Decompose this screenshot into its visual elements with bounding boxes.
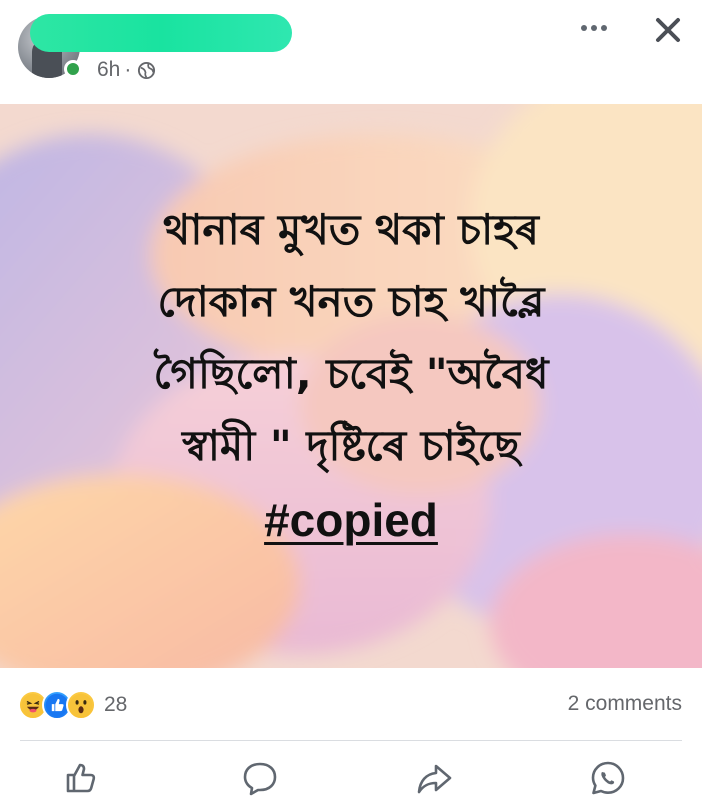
hashtag-link[interactable]: #copied [264,484,438,556]
whatsapp-icon[interactable] [588,758,628,798]
close-icon[interactable] [650,12,686,48]
comment-icon[interactable] [240,758,280,798]
divider [20,740,682,741]
post-text-line: দোকান খনত চাহ খাব্লৈ [157,277,545,326]
post-stats: 28 2 comments [0,668,702,742]
post-timestamp[interactable]: 6h [97,58,120,82]
post-text-line: গৈছিলো, চবেই "অবৈধ [153,349,549,398]
meta-separator: · [124,58,132,81]
online-status-dot [64,60,82,78]
post-header: 6h · [0,0,702,104]
more-options-icon[interactable] [576,14,612,42]
like-icon[interactable] [62,758,102,798]
globe-icon [138,61,156,79]
share-icon[interactable] [414,758,454,798]
wow-icon [66,690,96,720]
post-text-line: স্বামী " দৃষ্টিৰে চাইছে [182,421,520,470]
author-name-redaction [30,14,292,52]
post-meta: 6h · [97,58,156,82]
post-text: থানাৰ মুখত থকা চাহৰ দোকান খনত চাহ খাব্লৈ… [40,194,662,558]
post-image[interactable]: থানাৰ মুখত থকা চাহৰ দোকান খনত চাহ খাব্লৈ… [0,104,702,668]
comments-count[interactable]: 2 comments [568,692,682,716]
post-text-line: থানাৰ মুখত থকা চাহৰ [163,205,539,254]
reactions-summary[interactable]: 28 [18,690,127,720]
reaction-count: 28 [104,693,128,716]
post-actions [0,742,702,809]
